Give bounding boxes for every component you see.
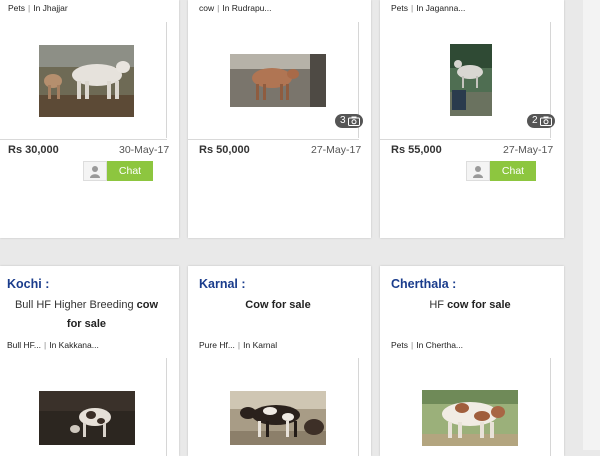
listing-meta: Bull HF... | In Kakkana...	[7, 340, 99, 350]
divider	[550, 358, 551, 456]
listing-title[interactable]: HF cow for sale	[380, 296, 560, 315]
chat-now-control[interactable]: Chat Now	[83, 161, 153, 197]
photo-count: 2	[532, 115, 538, 126]
page-gutter	[583, 0, 600, 450]
listing-price: Rs 30,000	[8, 144, 59, 156]
location-label: In Chertha...	[416, 340, 464, 350]
listing-card[interactable]: Pets | In Jaganna... 2 Rs 55,000 27-May-17…	[380, 0, 564, 238]
listing-meta: Pure Hf... | In Karnal	[199, 340, 278, 350]
listing-photo[interactable]	[39, 391, 135, 445]
category-label: cow	[199, 3, 215, 13]
listing-photo[interactable]	[422, 390, 518, 446]
listing-title[interactable]: Bull HF Higher Breeding cow for sale	[0, 296, 173, 334]
listing-card[interactable]: Pets | In Jhajjar Rs 30,000 30-May-17 Chat…	[0, 0, 179, 238]
divider	[380, 139, 551, 140]
category-label: Bull HF...	[7, 340, 42, 350]
listing-price: Rs 50,000	[199, 144, 250, 156]
category-label: Pets	[391, 340, 409, 350]
divider	[358, 358, 359, 456]
category-label: Pure Hf...	[199, 340, 235, 350]
listing-card[interactable]: cow | In Rudrapu... 3 Rs 50,000 27-May-17	[188, 0, 371, 238]
title-keyword: cow	[136, 299, 159, 311]
camera-icon	[347, 116, 360, 126]
listing-price: Rs 55,000	[391, 144, 442, 156]
listing-date: 27-May-17	[311, 144, 362, 156]
title-keyword-suffix: for sale	[66, 318, 107, 330]
category-label: Pets	[8, 3, 26, 13]
listing-meta: Pets | In Jhajjar	[8, 3, 68, 13]
title-keyword-suffix: for sale	[471, 299, 511, 311]
divider	[0, 139, 167, 140]
listing-photo[interactable]	[230, 391, 326, 445]
listing-photo[interactable]	[39, 45, 134, 117]
listing-date: 30-May-17	[119, 144, 170, 156]
location-label: In Jaganna...	[416, 3, 466, 13]
title-keyword: cow	[447, 299, 469, 311]
user-avatar-icon	[83, 161, 107, 181]
listing-photo[interactable]	[230, 54, 326, 107]
listing-meta: Pets | In Chertha...	[391, 340, 464, 350]
listing-card[interactable]: Cherthala : HF cow for sale Pets | In Cher…	[380, 266, 564, 456]
photo-count-badge: 2	[527, 114, 555, 128]
divider	[188, 139, 359, 140]
location-label: In Jhajjar	[33, 3, 68, 13]
listing-card[interactable]: Kochi : Bull HF Higher Breeding cow for …	[0, 266, 179, 456]
listing-meta: cow | In Rudrapu...	[199, 3, 272, 13]
listing-title[interactable]: Cow for sale	[188, 296, 368, 315]
location-label: In Karnal	[243, 340, 278, 350]
listing-meta: Pets | In Jaganna...	[391, 3, 466, 13]
title-text: Bull HF Higher Breeding	[14, 299, 134, 311]
title-text: HF	[429, 299, 444, 311]
divider	[166, 22, 167, 138]
camera-icon	[539, 116, 552, 126]
divider	[166, 358, 167, 456]
title-keyword-suffix: for sale	[271, 299, 311, 311]
category-label: Pets	[391, 3, 409, 13]
chat-now-control[interactable]: Chat Now	[466, 161, 536, 197]
listing-city[interactable]: Kochi :	[7, 277, 49, 291]
photo-count-badge: 3	[335, 114, 363, 128]
chat-now-button[interactable]: Chat Now	[107, 161, 153, 197]
photo-count: 3	[340, 115, 346, 126]
chat-now-button[interactable]: Chat Now	[490, 161, 536, 197]
listing-photo[interactable]	[450, 44, 492, 116]
listing-date: 27-May-17	[503, 144, 554, 156]
listing-city[interactable]: Cherthala :	[391, 277, 456, 291]
title-keyword: Cow	[245, 299, 269, 311]
user-avatar-icon	[466, 161, 490, 181]
listing-card[interactable]: Karnal : Cow for sale Pure Hf... | In Karn…	[188, 266, 371, 456]
listing-city[interactable]: Karnal :	[199, 277, 246, 291]
location-label: In Rudrapu...	[222, 3, 272, 13]
location-label: In Kakkana...	[49, 340, 99, 350]
